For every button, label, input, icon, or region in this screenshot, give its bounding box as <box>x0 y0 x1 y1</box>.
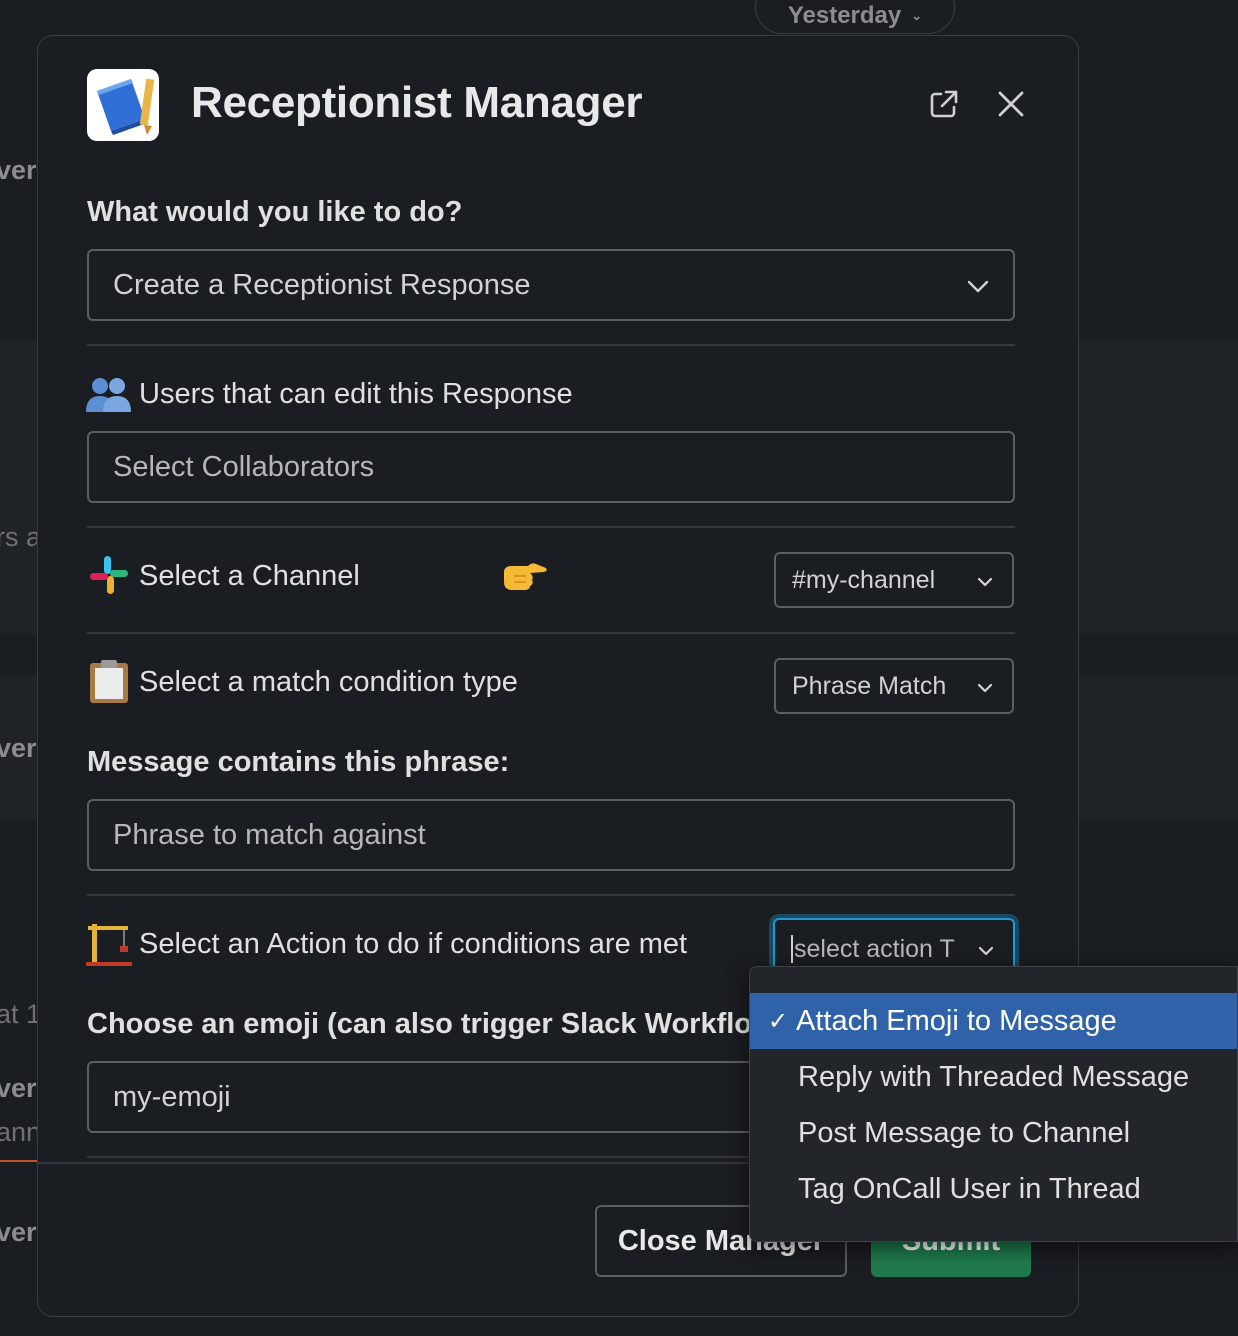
date-label: Yesterday <box>787 2 902 29</box>
channel-select[interactable]: #my-channel <box>774 552 1014 608</box>
emoji-choice-label: Choose an emoji (can also trigger Slack … <box>87 1008 791 1040</box>
section-divider <box>87 344 1015 346</box>
clipboard-icon <box>88 658 130 709</box>
action-select-value: select action T <box>794 934 955 963</box>
modal-title: Receptionist Manager <box>191 78 643 127</box>
action-select-label: Select an Action to do if conditions are… <box>139 928 688 960</box>
option-reply-threaded[interactable]: Reply with Threaded Message <box>750 1049 1237 1105</box>
collaborators-label: Users that can edit this Response <box>139 378 573 410</box>
chevron-down-icon <box>978 946 994 956</box>
phrase-label: Message contains this phrase: <box>87 746 510 778</box>
busts-in-silhouette-icon <box>86 376 132 417</box>
option-label: Reply with Threaded Message <box>798 1060 1190 1093</box>
chevron-down-icon <box>977 683 993 693</box>
chevron-down-icon: ⌄ <box>911 8 923 23</box>
text-cursor <box>791 935 793 963</box>
phrase-input[interactable]: Phrase to match against <box>87 799 1015 871</box>
close-icon[interactable] <box>993 86 1029 122</box>
option-tag-oncall[interactable]: Tag OnCall User in Thread <box>750 1161 1237 1217</box>
date-divider-pill[interactable]: Yesterday ⌄ <box>755 0 955 34</box>
section-divider <box>87 632 1015 634</box>
pointing-right-icon <box>502 560 548 597</box>
background-text: ann <box>0 1117 42 1147</box>
option-post-to-channel[interactable]: Post Message to Channel <box>750 1105 1237 1161</box>
slack-logo-icon <box>88 554 130 601</box>
chevron-down-icon <box>967 280 989 293</box>
collaborators-select[interactable]: Select Collaborators <box>87 431 1015 503</box>
channel-value: #my-channel <box>792 565 936 594</box>
collaborators-placeholder: Select Collaborators <box>113 450 375 483</box>
action-type-select[interactable]: Create a Receptionist Response <box>87 249 1015 321</box>
match-condition-value: Phrase Match <box>792 671 947 700</box>
checkmark-icon: ✓ <box>768 1007 789 1035</box>
action-dropdown-menu: ✓ Attach Emoji to Message Reply with Thr… <box>749 966 1238 1242</box>
section-divider <box>87 526 1015 528</box>
option-label: Tag OnCall User in Thread <box>798 1172 1141 1205</box>
background-text: at 1 <box>0 999 42 1029</box>
background-underline <box>0 1160 38 1162</box>
match-condition-select[interactable]: Phrase Match <box>774 658 1014 714</box>
construction-crane-icon <box>86 920 132 971</box>
phrase-placeholder: Phrase to match against <box>113 818 426 851</box>
action-type-value: Create a Receptionist Response <box>113 268 531 301</box>
match-condition-label: Select a match condition type <box>139 666 518 698</box>
option-attach-emoji[interactable]: ✓ Attach Emoji to Message <box>750 993 1237 1049</box>
notebook-icon <box>87 69 159 141</box>
section-divider <box>87 894 1015 896</box>
channel-label: Select a Channel <box>139 560 360 592</box>
external-link-icon[interactable] <box>926 86 962 122</box>
action-type-label: What would you like to do? <box>87 196 463 228</box>
option-label: Attach Emoji to Message <box>796 1004 1117 1037</box>
option-label: Post Message to Channel <box>798 1116 1131 1149</box>
chevron-down-icon <box>977 577 993 587</box>
emoji-value: my-emoji <box>113 1080 231 1113</box>
